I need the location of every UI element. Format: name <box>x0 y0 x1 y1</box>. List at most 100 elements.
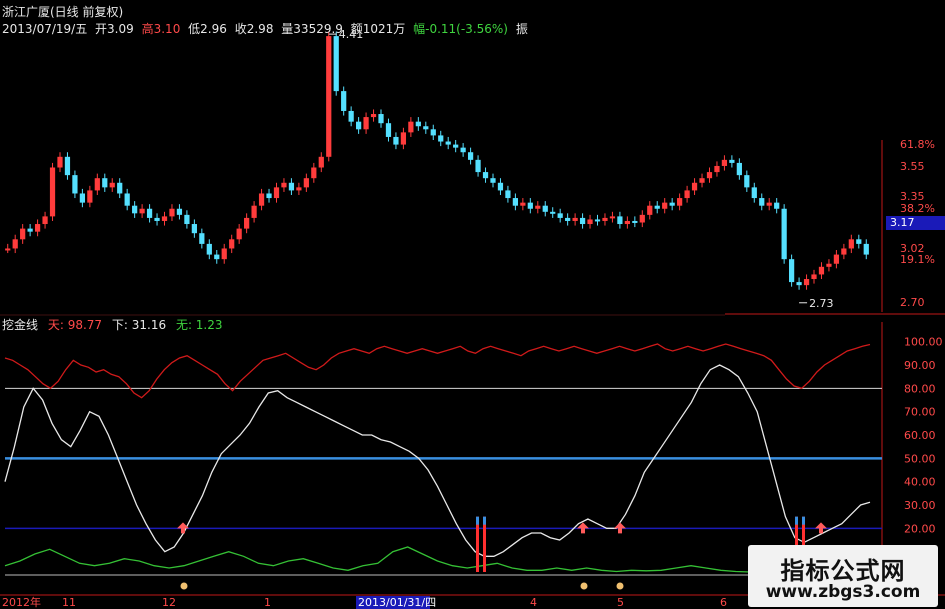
candle-body <box>677 198 683 206</box>
candle-body <box>378 114 384 124</box>
candle-body <box>191 224 197 234</box>
candle-body <box>520 202 526 206</box>
candle-body <box>303 178 309 188</box>
candle-body <box>818 266 825 275</box>
candle-body <box>482 172 489 179</box>
indicator-sky: 天: 98.77 <box>47 318 103 332</box>
current-price-box: 3.17 <box>886 216 945 230</box>
candle-body <box>79 193 86 203</box>
signal-arrow-up <box>614 522 626 534</box>
candle-body <box>400 132 407 145</box>
watermark: 指标公式网 www.zbgs3.com <box>748 545 938 607</box>
candle-body <box>393 136 399 145</box>
date-label: 1 <box>264 596 271 609</box>
candle-body <box>348 110 354 122</box>
candle-body <box>639 214 645 223</box>
candle-body <box>527 202 533 209</box>
indicator-none: 无: 1.23 <box>175 318 223 332</box>
quote-open: 开3.09 <box>95 22 134 36</box>
candle-body <box>766 202 772 206</box>
candle-body <box>550 211 556 214</box>
signal-bar-blue <box>476 516 479 525</box>
hand-marker-icon <box>580 582 588 590</box>
candle-body <box>759 198 765 206</box>
indicator-down: 下: 31.16 <box>111 318 167 332</box>
candle-body <box>87 190 93 203</box>
indicator-line-0 <box>4 343 871 399</box>
candle-body <box>296 187 302 191</box>
candle-body <box>266 193 272 199</box>
watermark-title: 指标公式网 <box>780 557 906 585</box>
candle-body <box>542 205 548 212</box>
candle-body <box>326 36 332 157</box>
price-axis-label: 2.70 <box>900 296 925 309</box>
candle-body <box>699 178 705 183</box>
candle-body <box>826 263 832 267</box>
candle-body <box>363 117 369 130</box>
indicator-axis-label: 80.00 <box>904 382 936 395</box>
candle-body <box>117 182 123 194</box>
candle-body <box>617 216 623 225</box>
quote-close: 收2.98 <box>234 22 274 36</box>
candle-body <box>42 216 48 225</box>
candles-group <box>5 31 869 290</box>
candle-body <box>139 208 145 214</box>
candle-body <box>505 190 511 199</box>
candle-body <box>72 175 78 194</box>
candle-body <box>199 233 205 244</box>
date-labels-group: 2012年 11 12 1 2013/01/31/四 4 5 6 <box>2 595 727 609</box>
candle-body <box>609 216 616 219</box>
date-label: 12 <box>162 596 176 609</box>
candle-body <box>385 123 392 137</box>
price-axis-label: 3.55 <box>900 160 925 173</box>
candle-body <box>856 239 862 244</box>
quote-change: 幅-0.11(-3.56%) <box>413 22 508 36</box>
candle-body <box>512 198 519 206</box>
quote-volume: 量33529.9 <box>281 22 343 36</box>
candle-body <box>273 187 280 199</box>
candle-body <box>281 182 287 188</box>
indicator-axis-label: 70.00 <box>904 406 936 419</box>
candle-body <box>355 121 362 130</box>
candle-body <box>624 220 630 225</box>
candle-body <box>848 239 854 249</box>
signal-bar-blue <box>802 516 805 525</box>
candle-body <box>453 144 459 148</box>
candle-body <box>602 217 608 221</box>
indicator-axis-label: 90.00 <box>904 359 936 372</box>
annotation-label: 2.73 <box>809 297 834 310</box>
date-label: 2013/01/31/四 <box>358 596 436 609</box>
candle-body <box>229 239 235 249</box>
candle-body <box>796 282 802 286</box>
candle-body <box>154 217 160 221</box>
candle-body <box>714 165 720 173</box>
indicator-axis-label: 100.00 <box>904 336 943 349</box>
candle-body <box>497 182 504 191</box>
candle-body <box>370 114 377 118</box>
candle-body <box>333 36 339 92</box>
candle-body <box>64 156 71 176</box>
indicator-line-2 <box>4 546 871 573</box>
candle-body <box>132 205 138 214</box>
candle-body <box>423 126 429 130</box>
candle-body <box>236 228 242 240</box>
quote-high: 高3.10 <box>141 22 181 36</box>
candle-body <box>803 279 810 286</box>
candle-body <box>258 193 265 206</box>
stock-title: 浙江广厦(日线 前复权) <box>2 5 124 19</box>
indicator-axis-label: 60.00 <box>904 429 936 442</box>
indicator-axis-label: 50.00 <box>904 452 936 465</box>
price-axis-label: 38.2% <box>900 202 935 215</box>
candle-body <box>244 217 250 229</box>
candle-body <box>176 208 183 215</box>
candle-body <box>535 205 541 209</box>
candle-body <box>161 216 168 221</box>
signal-arrow-up <box>177 522 189 534</box>
indicator-axis-label: 20.00 <box>904 522 936 535</box>
candle-body <box>318 156 324 168</box>
candle-body <box>647 205 653 215</box>
candle-body <box>221 248 227 260</box>
watermark-url: www.zbgs3.com <box>765 582 921 602</box>
kline-chart: 61.8%3.553.3538.2%3.0219.1%2.70100.0090.… <box>0 28 945 609</box>
date-label: 11 <box>62 596 76 609</box>
